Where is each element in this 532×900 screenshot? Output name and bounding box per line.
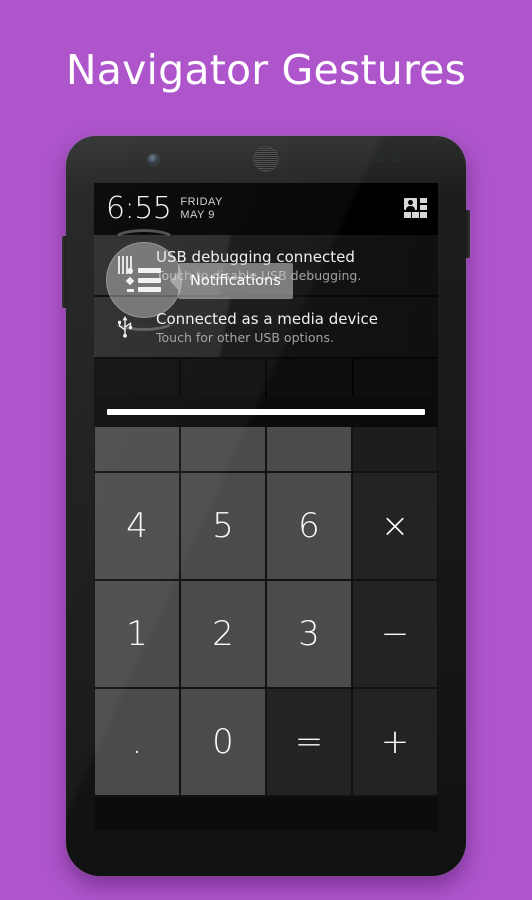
notification-title: Connected as a media device (156, 309, 379, 328)
calc-key-.[interactable]: . (95, 689, 179, 795)
calc-key-5[interactable]: 5 (181, 473, 265, 579)
shade-handle-area[interactable] (94, 397, 438, 427)
front-camera-icon (148, 154, 159, 165)
light-sensor-icon (393, 156, 399, 162)
notification-subtitle: Touch to disable USB debugging. (156, 267, 362, 283)
page-title: Navigator Gestures (65, 46, 467, 94)
calc-key-blank (95, 427, 179, 471)
status-bar: 6:55 FRIDAY MAY 9 (94, 183, 438, 235)
person-avatar-icon (404, 198, 417, 210)
phone-bottom-bezel (66, 831, 466, 876)
user-grid-icon[interactable] (404, 198, 428, 220)
quick-tile[interactable] (353, 359, 438, 397)
calc-key-0[interactable]: 0 (181, 689, 265, 795)
calc-key-+[interactable]: + (353, 689, 437, 795)
grid-cell (404, 212, 411, 218)
notification-title: USB debugging connected (156, 247, 355, 266)
power-button[interactable] (465, 210, 470, 258)
phone-top-bezel (66, 136, 466, 183)
quick-settings-tiles (94, 359, 438, 397)
calc-key-4[interactable]: 4 (95, 473, 179, 579)
notification-text: Connected as a media device Touch for ot… (156, 310, 388, 345)
notification-shade: USB debugging connected Touch to disable… (94, 235, 438, 427)
usb-glyph (117, 316, 133, 338)
calc-key-blank (181, 427, 265, 471)
volume-rocker-button[interactable] (62, 236, 67, 308)
notification-row[interactable]: Connected as a media device Touch for ot… (94, 297, 438, 359)
notification-row[interactable]: USB debugging connected Touch to disable… (94, 235, 438, 297)
status-bar-date: FRIDAY MAY 9 (180, 196, 223, 222)
quick-tile[interactable] (94, 359, 181, 397)
grid-cell (420, 205, 427, 210)
notification-text: USB debugging connected Touch to disable… (156, 248, 371, 283)
phone-screen: 6:55 FRIDAY MAY 9 USB debugging connecte… (94, 183, 438, 831)
status-bar-clock: 6:55 (106, 191, 172, 226)
calc-key-6[interactable]: 6 (267, 473, 351, 579)
grid-cell (412, 212, 419, 218)
calc-key-2[interactable]: 2 (181, 581, 265, 687)
calc-key-blank (267, 427, 351, 471)
grid-cell (420, 198, 427, 203)
calculator-keypad: 4 5 6 × 1 2 3−. 0 = + (94, 427, 438, 797)
quick-tile[interactable] (267, 359, 354, 397)
proximity-sensor-icon (378, 156, 384, 162)
status-bar-month-day: MAY 9 (180, 209, 215, 221)
earpiece-speaker-icon (254, 147, 278, 171)
status-bar-day: FRIDAY (180, 196, 223, 209)
calc-key-1[interactable]: 1 (95, 581, 179, 687)
calc-key-blank (353, 427, 437, 471)
shade-handle[interactable] (107, 409, 425, 415)
usb-debug-bars-icon (94, 256, 156, 274)
calc-key-×[interactable]: × (353, 473, 437, 579)
usb-icon (94, 316, 156, 338)
quick-tile[interactable] (180, 359, 267, 397)
grid-cell (420, 212, 427, 218)
calc-key-3[interactable]: 3 (267, 581, 351, 687)
phone-device-mockup: 6:55 FRIDAY MAY 9 USB debugging connecte… (62, 136, 470, 876)
calc-key-−[interactable]: − (353, 581, 437, 687)
notification-subtitle: Touch for other USB options. (156, 329, 334, 345)
calc-key-=[interactable]: = (267, 689, 351, 795)
